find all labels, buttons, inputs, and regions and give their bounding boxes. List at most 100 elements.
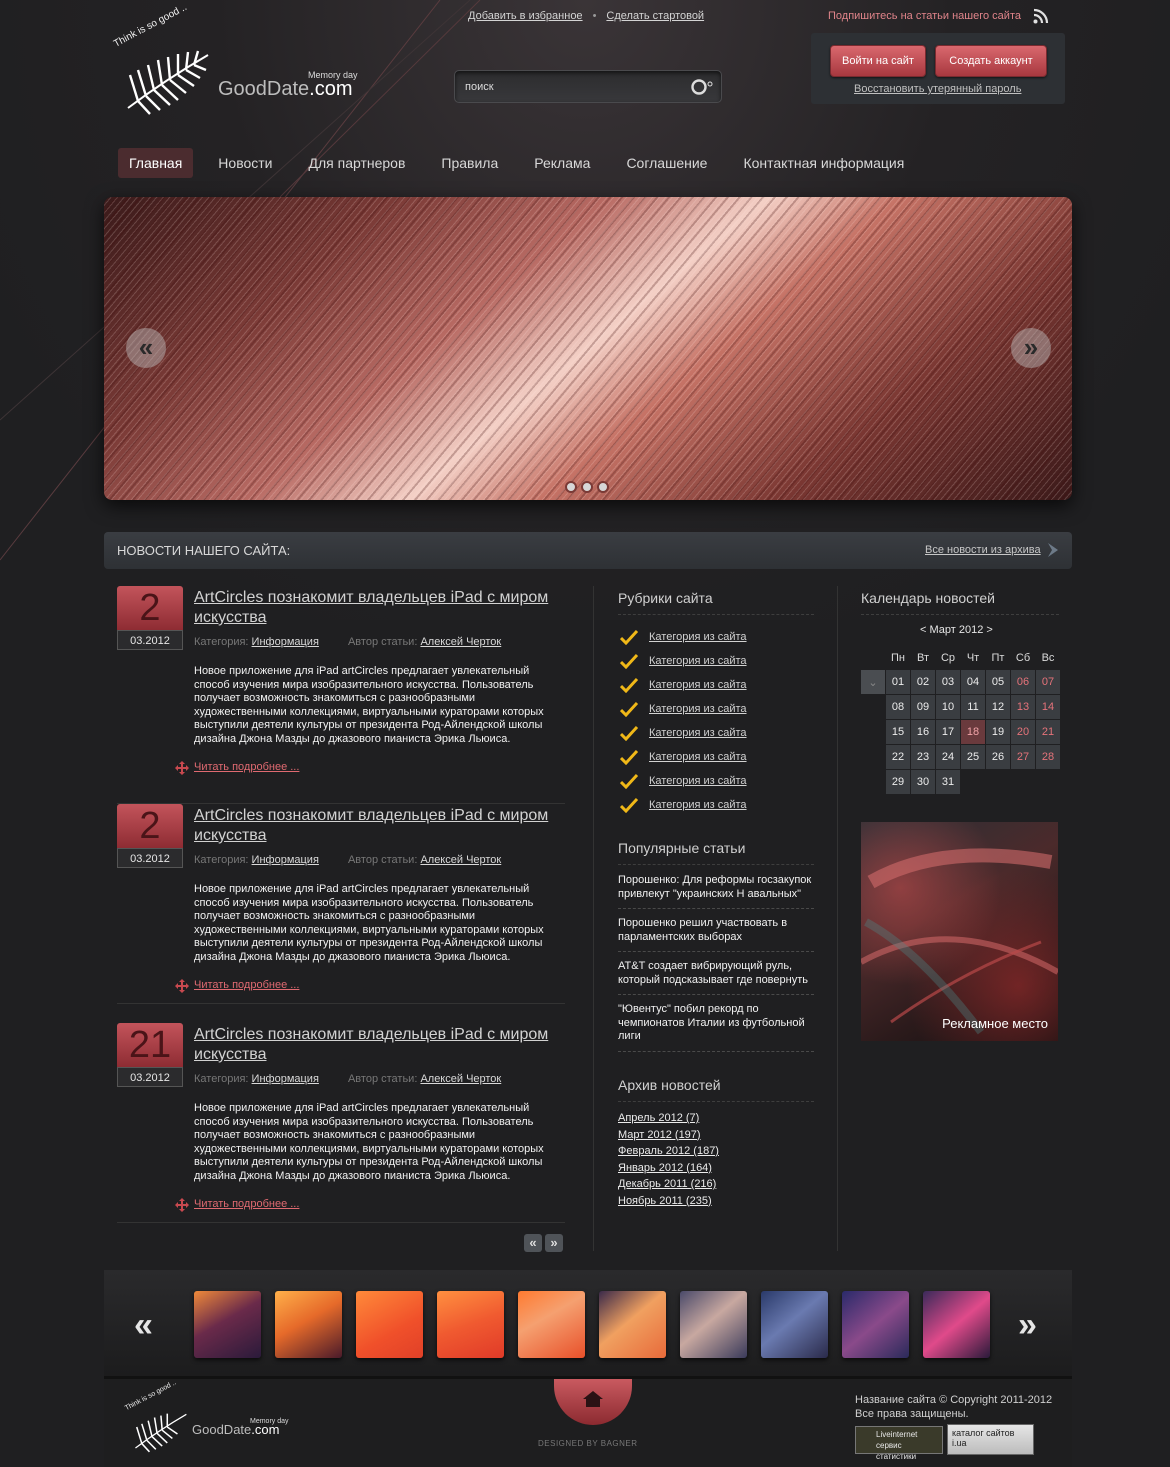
rubric-link[interactable]: Категория из сайта <box>649 799 747 811</box>
gallery-thumbnail[interactable] <box>842 1291 909 1358</box>
calendar-day[interactable]: 10 <box>936 695 960 719</box>
liveinternet-counter[interactable]: Liveinternet сервис статистики <box>855 1426 943 1461</box>
article-title[interactable]: ArtCircles познакомит владельцев iPad с … <box>194 588 569 628</box>
search-icon[interactable] <box>691 78 713 96</box>
gallery-thumbnail[interactable] <box>194 1291 261 1358</box>
calendar-month-switcher[interactable]: < Март 2012 > <box>920 624 993 636</box>
calendar-day[interactable]: 09 <box>911 695 935 719</box>
popular-article-link[interactable]: "Ювентус" побил рекорд по чемпионатов Ит… <box>618 1001 814 1052</box>
calendar-day[interactable]: 28 <box>1036 745 1060 769</box>
calendar-day-today[interactable]: 18 <box>961 720 985 744</box>
read-more-link[interactable]: Читать подробнее ... <box>175 761 299 775</box>
author-link[interactable]: Алексей Черток <box>420 854 501 866</box>
nav-item-contacts[interactable]: Контактная информация <box>732 148 915 178</box>
gallery-next-button[interactable]: » <box>1018 1306 1037 1345</box>
gallery-prev-button[interactable]: « <box>134 1306 153 1345</box>
nav-item-rules[interactable]: Правила <box>430 148 509 178</box>
pager-prev-button[interactable]: « <box>524 1234 542 1252</box>
calendar-day[interactable]: 22 <box>886 745 910 769</box>
rubric-link[interactable]: Категория из сайта <box>649 727 747 739</box>
category-link[interactable]: Информация <box>252 1073 319 1085</box>
calendar-day[interactable]: 21 <box>1036 720 1060 744</box>
nav-item-partners[interactable]: Для партнеров <box>298 148 417 178</box>
popular-article-link[interactable]: Порошенко: Для реформы госзакупок привле… <box>618 872 814 909</box>
calendar-day[interactable]: 06 <box>1011 670 1035 694</box>
calendar-day[interactable]: 08 <box>886 695 910 719</box>
chevron-down-icon[interactable]: ⌄ <box>861 670 885 694</box>
archive-link[interactable]: Январь 2012 (164) <box>618 1160 719 1177</box>
calendar-day[interactable]: 25 <box>961 745 985 769</box>
add-favorites-link[interactable]: Добавить в избранное <box>468 10 583 22</box>
rss-icon[interactable] <box>1033 8 1049 24</box>
rubric-link[interactable]: Категория из сайта <box>649 751 747 763</box>
archive-link[interactable]: Декабрь 2011 (216) <box>618 1176 719 1193</box>
popular-article-link[interactable]: Порошенко решил участвовать в парламентс… <box>618 915 814 952</box>
calendar-day[interactable]: 05 <box>986 670 1010 694</box>
rubric-link[interactable]: Категория из сайта <box>649 655 747 667</box>
nav-item-agreement[interactable]: Соглашение <box>615 148 718 178</box>
calendar-day[interactable]: 30 <box>911 770 935 794</box>
archive-link[interactable]: Март 2012 (197) <box>618 1127 719 1144</box>
gallery-thumbnail[interactable] <box>599 1291 666 1358</box>
nav-item-ads[interactable]: Реклама <box>523 148 601 178</box>
rubric-link[interactable]: Категория из сайта <box>649 703 747 715</box>
register-button[interactable]: Создать аккаунт <box>935 45 1047 77</box>
calendar-day[interactable]: 20 <box>1011 720 1035 744</box>
nav-item-news[interactable]: Новости <box>207 148 283 178</box>
calendar-day[interactable]: 02 <box>911 670 935 694</box>
calendar-day[interactable]: 24 <box>936 745 960 769</box>
iua-catalog-badge[interactable]: каталог сайтов i.ua <box>947 1424 1034 1455</box>
pager-next-button[interactable]: » <box>545 1234 563 1252</box>
ad-banner[interactable]: Рекламное место <box>861 822 1058 1041</box>
calendar-day[interactable]: 27 <box>1011 745 1035 769</box>
all-news-archive-link[interactable]: Все новости из архива <box>925 544 1041 556</box>
slider-prev-button[interactable]: « <box>126 328 166 368</box>
category-link[interactable]: Информация <box>252 636 319 648</box>
read-more-link[interactable]: Читать подробнее ... <box>175 979 299 993</box>
calendar-day[interactable]: 15 <box>886 720 910 744</box>
archive-link[interactable]: Февраль 2012 (187) <box>618 1143 719 1160</box>
calendar-day[interactable]: 13 <box>1011 695 1035 719</box>
rubric-link[interactable]: Категория из сайта <box>649 775 747 787</box>
gallery-thumbnail[interactable] <box>923 1291 990 1358</box>
gallery-thumbnail[interactable] <box>437 1291 504 1358</box>
popular-article-link[interactable]: AT&T создает вибрирующий руль, который п… <box>618 958 814 995</box>
calendar-day[interactable]: 14 <box>1036 695 1060 719</box>
author-link[interactable]: Алексей Черток <box>420 1073 501 1085</box>
nav-item-home[interactable]: Главная <box>118 148 194 178</box>
category-link[interactable]: Информация <box>252 854 319 866</box>
article-title[interactable]: ArtCircles познакомит владельцев iPad с … <box>194 806 569 846</box>
calendar-day[interactable]: 31 <box>936 770 960 794</box>
rubric-link[interactable]: Категория из сайта <box>649 679 747 691</box>
slider-next-button[interactable]: » <box>1011 328 1051 368</box>
slider-dot[interactable] <box>597 481 609 493</box>
calendar-day[interactable]: 23 <box>911 745 935 769</box>
gallery-thumbnail[interactable] <box>518 1291 585 1358</box>
gallery-thumbnail[interactable] <box>761 1291 828 1358</box>
search-input[interactable] <box>465 79 675 95</box>
calendar-day[interactable]: 04 <box>961 670 985 694</box>
calendar-day[interactable]: 01 <box>886 670 910 694</box>
make-homepage-link[interactable]: Сделать стартовой <box>606 10 704 22</box>
restore-password-link[interactable]: Восстановить утерянный пароль <box>854 83 1021 95</box>
home-button[interactable] <box>554 1379 632 1425</box>
article-title[interactable]: ArtCircles познакомит владельцев iPad с … <box>194 1025 569 1065</box>
calendar-day[interactable]: 19 <box>986 720 1010 744</box>
author-link[interactable]: Алексей Черток <box>420 636 501 648</box>
calendar-day[interactable]: 26 <box>986 745 1010 769</box>
slider-dot[interactable] <box>565 481 577 493</box>
rubric-link[interactable]: Категория из сайта <box>649 631 747 643</box>
calendar-day[interactable]: 03 <box>936 670 960 694</box>
calendar-day[interactable]: 16 <box>911 720 935 744</box>
calendar-day[interactable]: 17 <box>936 720 960 744</box>
gallery-thumbnail[interactable] <box>680 1291 747 1358</box>
calendar-day[interactable]: 29 <box>886 770 910 794</box>
gallery-thumbnail[interactable] <box>356 1291 423 1358</box>
archive-link[interactable]: Ноябрь 2011 (235) <box>618 1193 719 1210</box>
slider-dot[interactable] <box>581 481 593 493</box>
read-more-link[interactable]: Читать подробнее ... <box>175 1198 299 1212</box>
calendar-day[interactable]: 12 <box>986 695 1010 719</box>
calendar-day[interactable]: 07 <box>1036 670 1060 694</box>
login-button[interactable]: Войти на сайт <box>830 45 926 77</box>
subscribe-link[interactable]: Подпишитесь на статьи нашего сайта <box>828 10 1021 22</box>
